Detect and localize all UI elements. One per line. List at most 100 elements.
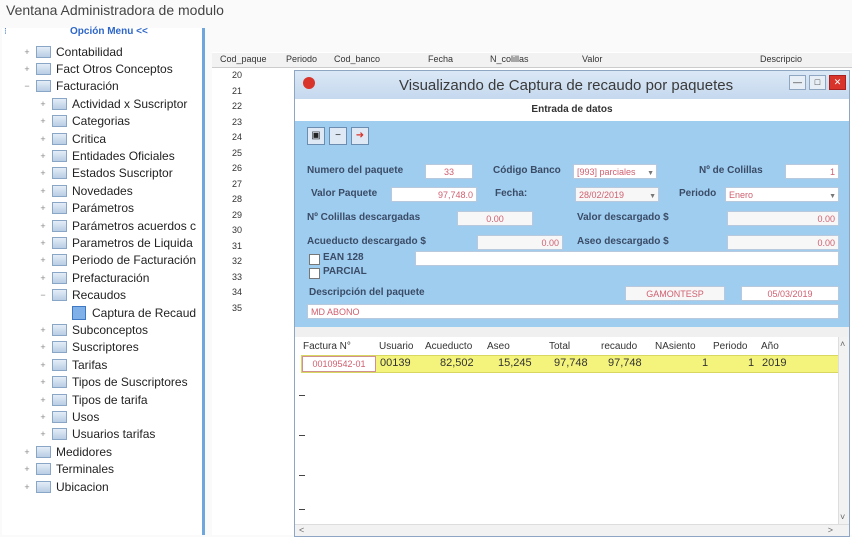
grid-row-number[interactable]: 32 [232, 256, 242, 266]
expand-icon[interactable]: + [38, 255, 48, 265]
close-icon[interactable]: ✕ [829, 75, 846, 90]
expand-icon[interactable]: + [38, 203, 48, 213]
expand-icon[interactable]: + [22, 64, 32, 74]
grid-row-number[interactable]: 30 [232, 225, 242, 235]
minimize-icon[interactable]: — [789, 75, 806, 90]
tree-item[interactable]: + Usos [38, 408, 99, 425]
tree-item[interactable]: + Tipos de tarifa [38, 391, 147, 408]
col-periodo[interactable]: Periodo [286, 54, 317, 64]
collapse-icon[interactable]: − [22, 81, 32, 91]
col-nasiento[interactable]: NAsiento [655, 341, 696, 352]
vertical-scrollbar[interactable]: ˄ ˅ [838, 337, 849, 524]
grid-row-number[interactable]: 31 [232, 241, 242, 251]
col-total[interactable]: Total [549, 341, 570, 352]
scroll-left-icon[interactable]: < [299, 525, 304, 535]
expand-icon[interactable]: + [38, 395, 48, 405]
expand-icon[interactable]: + [38, 186, 48, 196]
grid-row-number[interactable]: 33 [232, 272, 242, 282]
expand-icon[interactable]: + [38, 342, 48, 352]
horizontal-scrollbar[interactable]: < > [295, 524, 849, 536]
col-cod-banco[interactable]: Cod_banco [334, 54, 380, 64]
col-aseo[interactable]: Aseo [487, 341, 510, 352]
tree-item[interactable]: + Usuarios tarifas [38, 426, 155, 443]
grid-row-number[interactable]: 27 [232, 179, 242, 189]
col-anio[interactable]: Año [761, 341, 779, 352]
expand-icon[interactable]: + [38, 221, 48, 231]
tree-item[interactable]: + Parametros de Liquida [38, 234, 192, 251]
expand-icon[interactable]: + [38, 273, 48, 283]
expand-icon[interactable]: + [22, 47, 32, 57]
scroll-down-icon[interactable]: ˅ [840, 512, 845, 522]
menu-option-toggle[interactable]: Opción Menu << [70, 26, 148, 37]
expand-icon[interactable]: + [38, 429, 48, 439]
tree-item[interactable]: Captura de Recaud [58, 304, 196, 321]
expand-icon[interactable]: + [38, 325, 48, 335]
expand-icon[interactable]: + [22, 447, 32, 457]
exit-icon[interactable]: ➜ [351, 127, 369, 145]
cancel-icon[interactable]: − [329, 127, 347, 145]
grid-row-number[interactable]: 25 [232, 148, 242, 158]
tree-item[interactable]: + Parámetros [38, 200, 134, 217]
tree-item[interactable]: + Novedades [38, 182, 132, 199]
scroll-right-icon[interactable]: > [828, 525, 833, 535]
tree-item[interactable]: + Tarifas [38, 356, 107, 373]
tree-item[interactable]: + Fact Otros Conceptos [22, 60, 172, 77]
grid-row-number[interactable]: 20 [232, 70, 242, 80]
tree-item[interactable]: + Critica [38, 130, 106, 147]
expand-icon[interactable]: + [22, 482, 32, 492]
save-icon[interactable]: ▣ [307, 127, 325, 145]
col-usuario[interactable]: Usuario [379, 341, 413, 352]
n-colillas-field[interactable]: 1 [785, 164, 839, 179]
grid-row-number[interactable]: 26 [232, 163, 242, 173]
col-descripcio[interactable]: Descripcio [760, 54, 802, 64]
col-acueducto[interactable]: Acueducto [425, 341, 472, 352]
modal-titlebar[interactable]: Visualizando de Captura de recaudo por p… [295, 71, 849, 99]
tree-item[interactable]: + Periodo de Facturación [38, 252, 196, 269]
periodo-select[interactable]: Enero ▼ [725, 187, 839, 202]
tree-item[interactable]: + Tipos de Suscriptores [38, 374, 187, 391]
codigo-banco-select[interactable]: [993] parciales ▼ [573, 164, 657, 179]
expand-icon[interactable]: + [38, 116, 48, 126]
expand-icon[interactable]: + [38, 412, 48, 422]
ean-checkbox[interactable] [309, 254, 320, 265]
tree-item[interactable]: + Actividad x Suscriptor [38, 95, 187, 112]
tree-item[interactable]: + Ubicacion [22, 478, 108, 495]
fecha-field[interactable]: 28/02/2019 ▼ [575, 187, 659, 202]
grid-row-number[interactable]: 28 [232, 194, 242, 204]
expand-icon[interactable]: + [38, 238, 48, 248]
scroll-up-icon[interactable]: ˄ [840, 339, 845, 349]
tree-item[interactable]: + Terminales [22, 461, 114, 478]
col-fecha[interactable]: Fecha [428, 54, 453, 64]
expand-icon[interactable]: + [22, 464, 32, 474]
expand-icon[interactable]: + [38, 99, 48, 109]
tree-item[interactable]: + Categorias [38, 113, 130, 130]
maximize-icon[interactable]: □ [809, 75, 826, 90]
grid-row-number[interactable]: 35 [232, 303, 242, 313]
ean-field[interactable] [415, 251, 839, 266]
tree-item[interactable]: + Prefacturación [38, 269, 149, 286]
parcial-checkbox[interactable] [309, 268, 320, 279]
col-factura[interactable]: Factura N° [303, 341, 351, 352]
expand-icon[interactable]: + [38, 377, 48, 387]
grid-row-number[interactable]: 24 [232, 132, 242, 142]
valor-paquete-field[interactable]: 97,748.0 [391, 187, 477, 202]
expand-icon[interactable]: + [38, 151, 48, 161]
grid-row-number[interactable]: 21 [232, 86, 242, 96]
tree-item[interactable]: + Contabilidad [22, 43, 122, 60]
col-recaudo[interactable]: recaudo [601, 341, 637, 352]
col-n-colillas[interactable]: N_colillas [490, 54, 529, 64]
expand-icon[interactable]: + [38, 360, 48, 370]
numero-paquete-field[interactable]: 33 [425, 164, 473, 179]
grid-row-number[interactable]: 22 [232, 101, 242, 111]
collapse-icon[interactable]: − [38, 290, 48, 300]
grid-row-number[interactable]: 23 [232, 117, 242, 127]
table-row[interactable]: 00109542-01 00139 82,502 15,245 97,748 9… [301, 355, 839, 373]
grid-row-number[interactable]: 34 [232, 287, 242, 297]
tree-item[interactable]: + Estados Suscriptor [38, 165, 172, 182]
grid-row-number[interactable]: 29 [232, 210, 242, 220]
col-periodo[interactable]: Periodo [713, 341, 747, 352]
expand-icon[interactable]: + [38, 134, 48, 144]
col-cod-paque[interactable]: Cod_paque [220, 54, 267, 64]
tree-item[interactable]: + Subconceptos [38, 321, 148, 338]
cell-factura[interactable]: 00109542-01 [302, 356, 376, 372]
